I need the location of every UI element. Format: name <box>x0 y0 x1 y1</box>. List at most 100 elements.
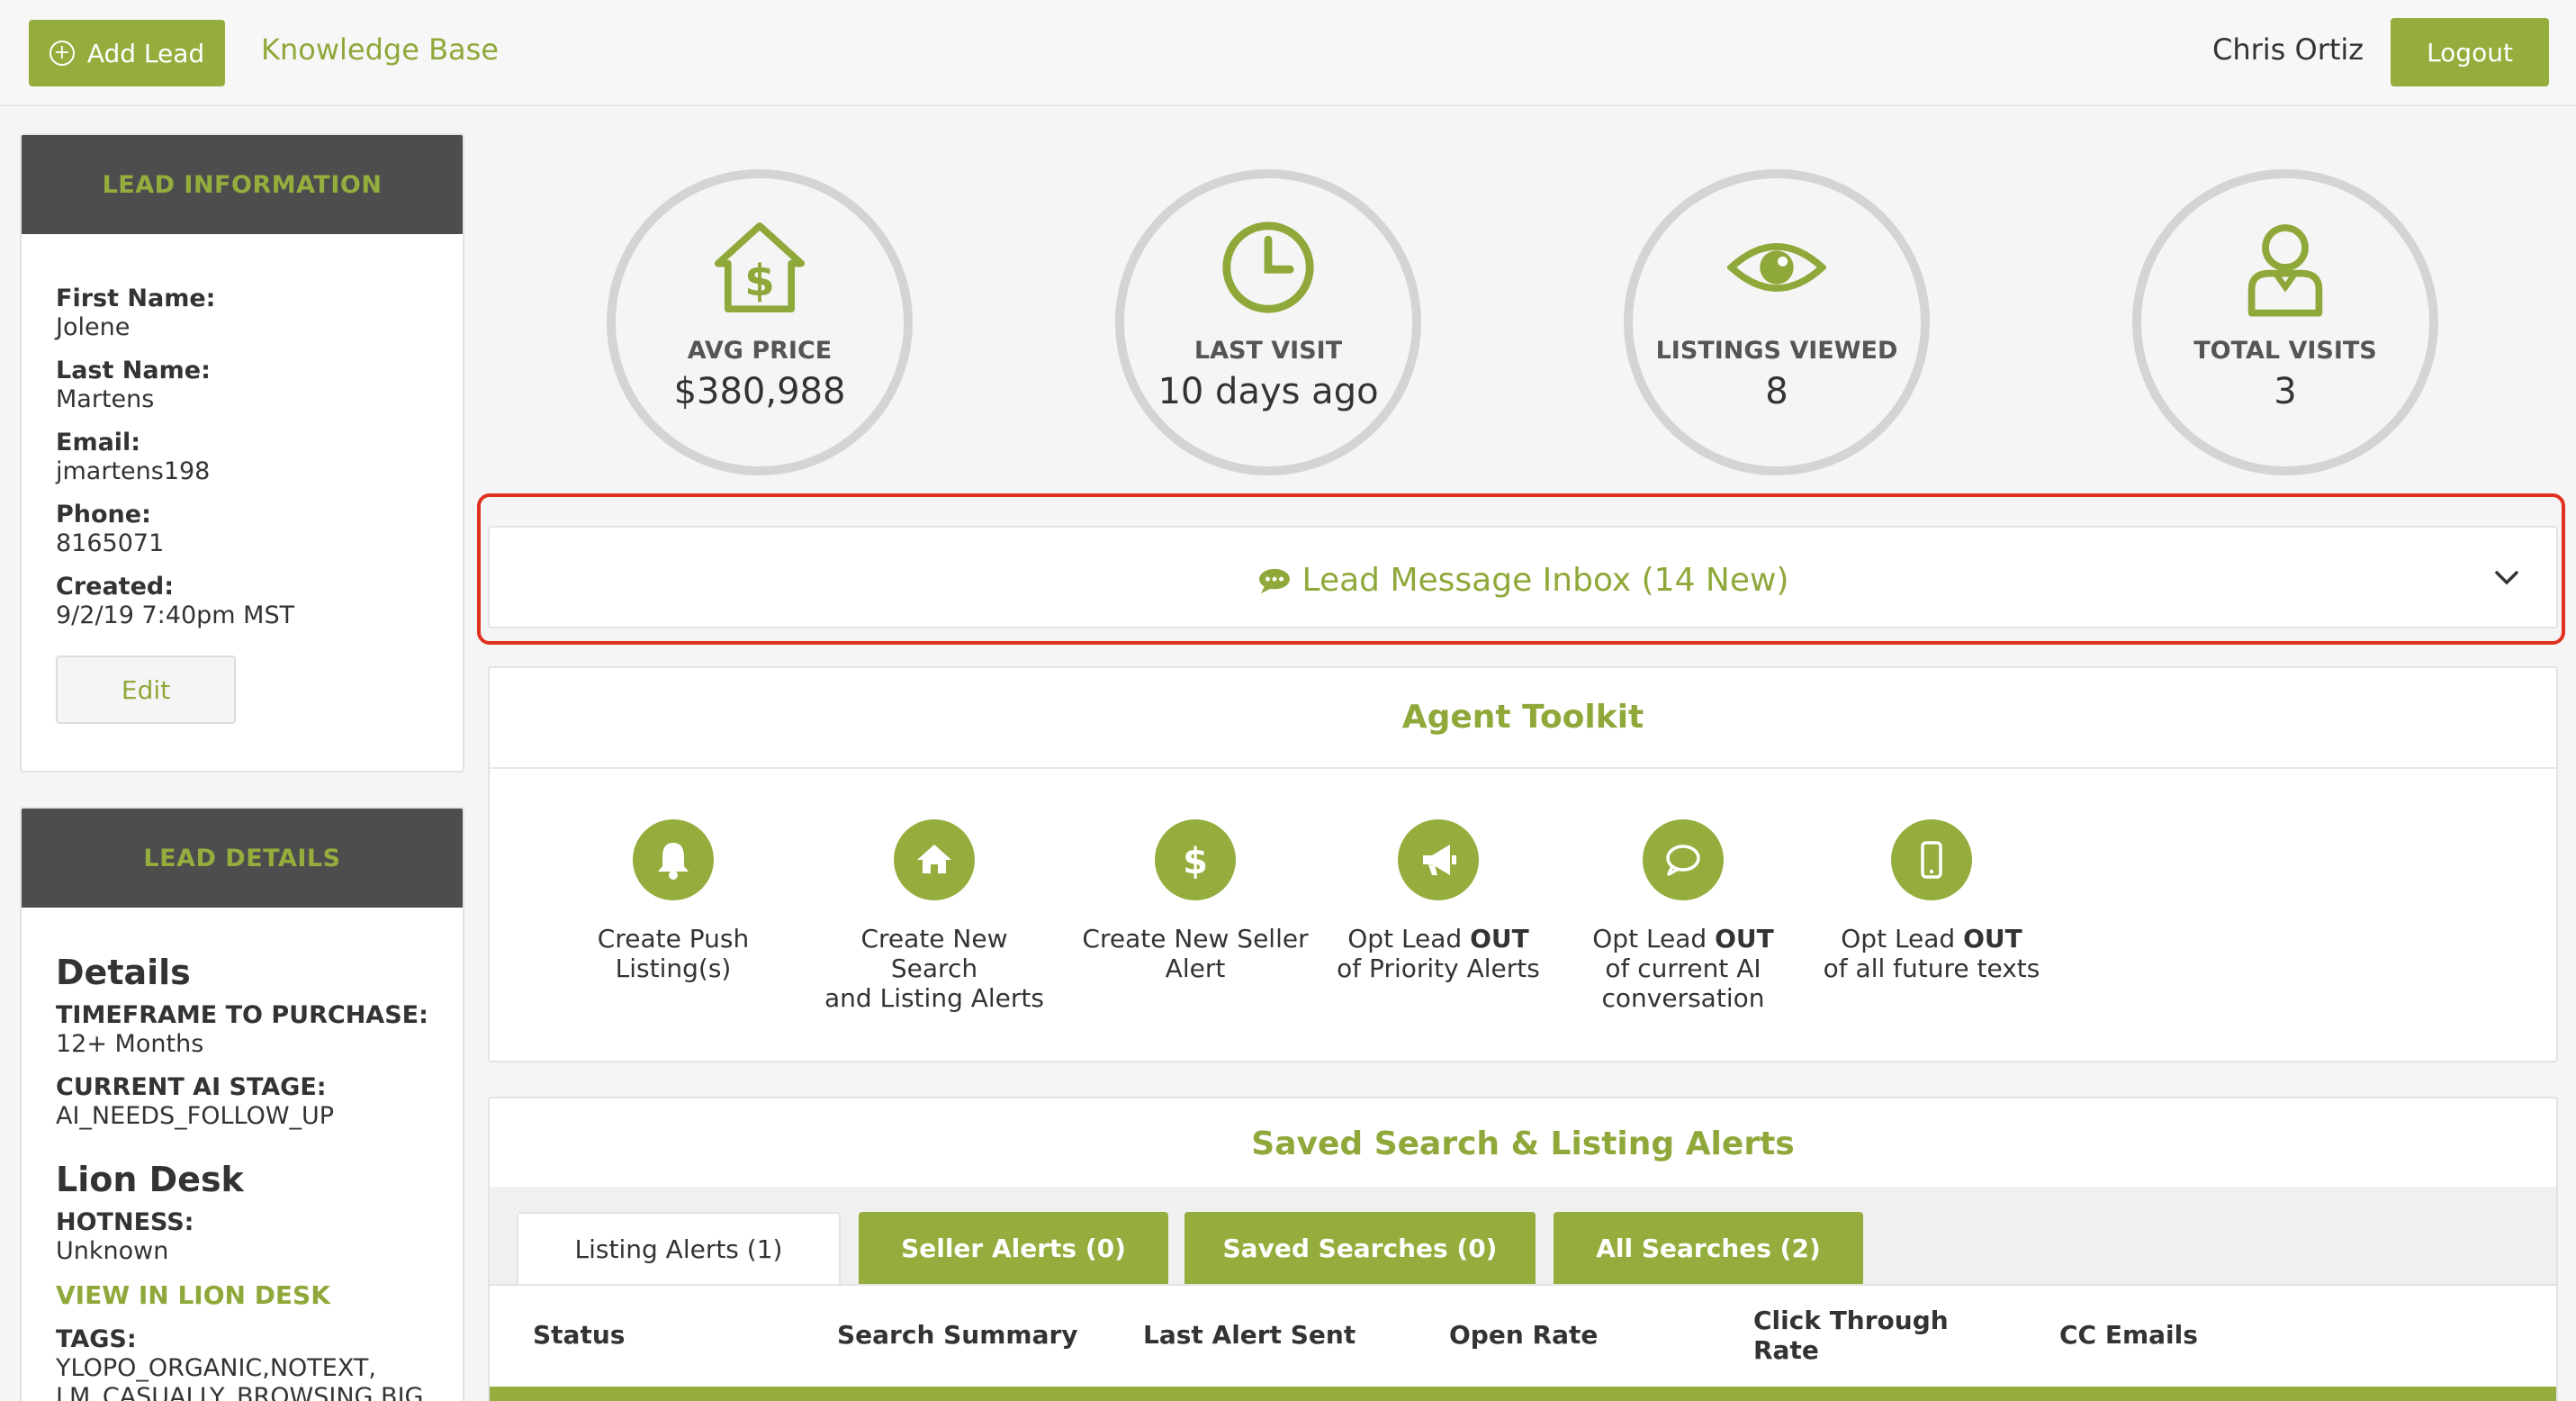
tool-label-line1: Create New Seller <box>1082 924 1309 954</box>
column-search-summary[interactable]: Search Summary <box>837 1320 1078 1350</box>
add-lead-label: Add Lead <box>86 38 205 68</box>
create-push-listing-tool[interactable]: Create Push Listing(s) <box>556 819 790 983</box>
lead-information-header: LEAD INFORMATION <box>22 135 463 234</box>
column-last-alert-sent[interactable]: Last Alert Sent <box>1143 1320 1356 1350</box>
megaphone-icon <box>1398 819 1479 900</box>
created-value: 9/2/19 7:40pm MST <box>56 601 295 629</box>
tab-saved-searches[interactable]: Saved Searches (0) <box>1184 1212 1536 1284</box>
column-open-rate[interactable]: Open Rate <box>1449 1320 1598 1350</box>
out-text: OUT <box>1715 924 1774 954</box>
total-visits-stat: TOTAL VISITS 3 <box>2132 169 2438 475</box>
phone-link[interactable]: 8165071 <box>56 529 164 557</box>
table-first-row-bar <box>490 1387 2556 1401</box>
tool-label-line2: Alert <box>1165 954 1226 983</box>
column-cc-emails[interactable]: CC Emails <box>2059 1320 2198 1350</box>
saved-search-title: Saved Search & Listing Alerts <box>1251 1125 1795 1162</box>
agent-toolkit-title: Agent Toolkit <box>1401 699 1644 736</box>
tool-label-line1: Opt Lead OUT <box>1566 924 1800 954</box>
listings-viewed-value: 8 <box>1765 371 1788 412</box>
email-link[interactable]: jmartens198 <box>56 457 210 485</box>
total-visits-value: 3 <box>2274 371 2297 412</box>
house-icon <box>894 819 975 900</box>
details-heading: Details <box>56 953 191 992</box>
hotness-value: Unknown <box>56 1237 169 1265</box>
ai-stage-value: AI_NEEDS_FOLLOW_UP <box>56 1102 335 1130</box>
lion-desk-heading: Lion Desk <box>56 1160 244 1199</box>
tabs-divider <box>490 1284 2556 1286</box>
user-name: Chris Ortiz <box>2212 32 2364 67</box>
listings-viewed-label: LISTINGS VIEWED <box>1655 337 1898 365</box>
phone-label: Phone: <box>56 501 151 529</box>
toolkit-divider <box>490 767 2556 769</box>
create-seller-alert-tool[interactable]: $ Create New Seller Alert <box>1078 819 1312 983</box>
person-icon <box>2247 224 2323 317</box>
email-label: Email: <box>56 429 141 456</box>
last-visit-value: 10 days ago <box>1157 371 1379 412</box>
tool-label-line1: Opt Lead OUT <box>1815 924 2049 954</box>
opt-lead-text: Opt Lead <box>1592 924 1716 954</box>
tab-seller-alerts[interactable]: Seller Alerts (0) <box>859 1212 1168 1284</box>
knowledge-base-link[interactable]: Knowledge Base <box>261 32 499 67</box>
out-text: OUT <box>1470 924 1529 954</box>
tool-label-line1: Opt Lead OUT <box>1321 924 1555 954</box>
phone-icon <box>1891 819 1972 900</box>
hotness-label: HOTNESS: <box>56 1208 194 1236</box>
click-through-line1: Click Through <box>1753 1306 1949 1335</box>
dollar-icon: $ <box>1155 819 1236 900</box>
chat-icon <box>1643 819 1724 900</box>
tool-label-line1: Create New Search <box>860 924 1008 983</box>
click-through-line2: Rate <box>1753 1335 1819 1365</box>
tool-label-line2: Listing(s) <box>615 954 732 983</box>
svg-text:$: $ <box>1183 841 1208 882</box>
opt-out-future-texts-tool[interactable]: Opt Lead OUT of all future texts <box>1815 819 2049 983</box>
bell-icon <box>633 819 714 900</box>
lead-details-panel: LEAD DETAILS Details TIMEFRAME TO PURCHA… <box>20 807 464 1401</box>
tool-label-line2: of current AI <box>1605 954 1761 983</box>
first-name-value: Jolene <box>56 313 131 341</box>
tags-value-line2: LM_CASUALLY_BROWSING,BIG <box>56 1383 424 1401</box>
svg-text:$: $ <box>744 256 775 306</box>
view-in-lion-desk-link[interactable]: VIEW IN LION DESK <box>56 1280 330 1310</box>
eye-icon <box>1727 243 1826 292</box>
inbox-highlight-frame <box>477 493 2565 645</box>
tool-label-line2: of Priority Alerts <box>1337 954 1540 983</box>
last-visit-stat: LAST VISIT 10 days ago <box>1115 169 1421 475</box>
opt-lead-text: Opt Lead <box>1347 924 1471 954</box>
out-text: OUT <box>1963 924 2022 954</box>
edit-button[interactable]: Edit <box>56 655 236 724</box>
last-name-label: Last Name: <box>56 357 211 384</box>
created-label: Created: <box>56 573 175 601</box>
top-bar: + Add Lead Knowledge Base Chris Ortiz Lo… <box>0 0 2576 106</box>
lead-details-header: LEAD DETAILS <box>22 809 463 908</box>
avg-price-value: $380,988 <box>673 371 846 412</box>
tags-label: TAGS: <box>56 1325 137 1353</box>
tool-label-line2: of all future texts <box>1823 954 2040 983</box>
lead-information-panel: LEAD INFORMATION First Name: Jolene Last… <box>20 133 464 773</box>
plus-circle-icon: + <box>49 41 75 66</box>
ai-stage-label: CURRENT AI STAGE: <box>56 1073 327 1101</box>
opt-out-ai-conversation-tool[interactable]: Opt Lead OUT of current AI conversation <box>1566 819 1800 1013</box>
logout-button[interactable]: Logout <box>2391 18 2549 86</box>
timeframe-value: 12+ Months <box>56 1030 204 1058</box>
total-visits-label: TOTAL VISITS <box>2193 337 2377 365</box>
house-dollar-icon: $ <box>714 221 806 313</box>
last-name-value: Martens <box>56 385 155 413</box>
tab-all-searches[interactable]: All Searches (2) <box>1554 1212 1863 1284</box>
opt-out-priority-alerts-tool[interactable]: Opt Lead OUT of Priority Alerts <box>1321 819 1555 983</box>
listings-viewed-stat: LISTINGS VIEWED 8 <box>1624 169 1930 475</box>
clock-icon <box>1222 221 1314 313</box>
add-lead-button[interactable]: + Add Lead <box>29 20 225 86</box>
opt-lead-text: Opt Lead <box>1841 924 1964 954</box>
first-name-label: First Name: <box>56 285 216 312</box>
tool-label-line1: Create Push <box>597 924 750 954</box>
column-click-through-rate[interactable]: Click Through Rate <box>1753 1306 1949 1365</box>
avg-price-stat: $ AVG PRICE $380,988 <box>607 169 913 475</box>
tool-label-line3: conversation <box>1601 983 1765 1013</box>
last-visit-label: LAST VISIT <box>1193 337 1343 365</box>
tab-listing-alerts[interactable]: Listing Alerts (1) <box>517 1212 841 1284</box>
timeframe-label: TIMEFRAME TO PURCHASE: <box>56 1001 428 1029</box>
column-status[interactable]: Status <box>533 1320 625 1350</box>
create-new-search-tool[interactable]: Create New Search and Listing Alerts <box>817 819 1051 1013</box>
tool-label-line2: and Listing Alerts <box>824 983 1044 1013</box>
tags-value-line1: YLOPO_ORGANIC,NOTEXT, <box>56 1354 376 1382</box>
